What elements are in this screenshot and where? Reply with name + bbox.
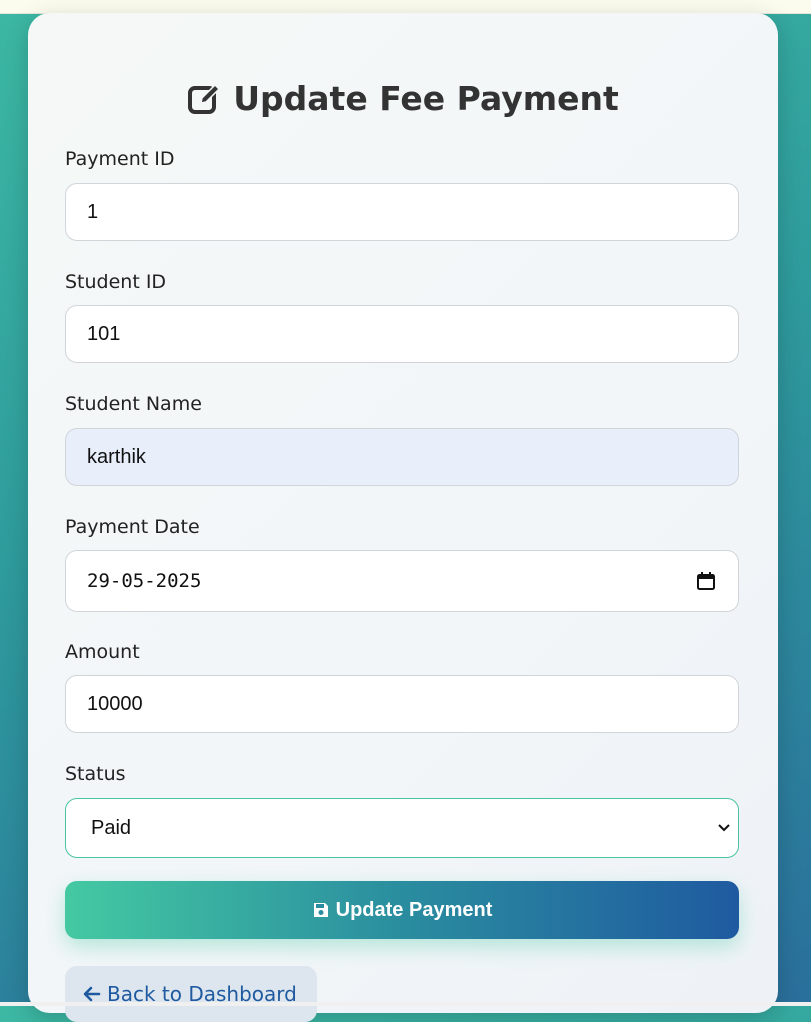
save-icon [313, 903, 328, 917]
title-text: Update Fee Payment [233, 79, 619, 118]
page-title: Update Fee Payment [28, 79, 778, 118]
chevron-down-icon [718, 824, 730, 832]
payment-id-label: Payment ID [65, 148, 175, 170]
student-id-label: Student ID [65, 271, 167, 293]
calendar-icon[interactable] [696, 571, 716, 591]
update-payment-card: Update Fee Payment Payment ID 1 Student … [28, 13, 778, 1022]
browser-top-strip [0, 0, 811, 14]
amount-label: Amount [65, 641, 140, 663]
amount-input[interactable]: 10000 [65, 675, 739, 733]
arrow-left-icon [83, 986, 101, 1002]
edit-icon [188, 83, 221, 114]
student-name-input[interactable]: karthik [65, 428, 739, 486]
payment-id-input[interactable]: 1 [65, 183, 739, 241]
status-select[interactable]: Paid [65, 798, 739, 858]
update-payment-label: Update Payment [335, 898, 493, 921]
student-id-input[interactable]: 101 [65, 305, 739, 363]
back-to-dashboard-button[interactable]: Back to Dashboard [65, 966, 317, 1022]
payment-date-value: 29-05-2025 [87, 570, 202, 592]
student-name-label: Student Name [65, 393, 202, 415]
status-selected-value: Paid [91, 816, 132, 839]
browser-bottom-strip [0, 1002, 811, 1006]
update-payment-button[interactable]: Update Payment [65, 881, 739, 939]
payment-date-label: Payment Date [65, 516, 200, 538]
payment-date-input[interactable]: 29-05-2025 [65, 550, 739, 612]
status-label: Status [65, 763, 126, 785]
